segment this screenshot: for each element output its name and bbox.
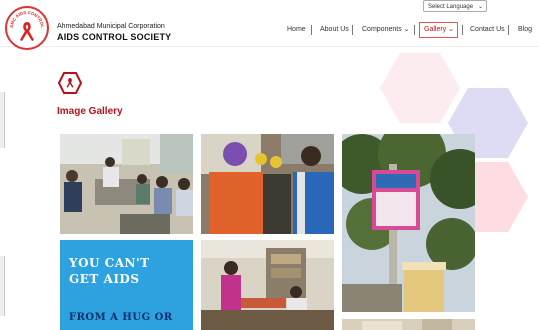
- side-tab[interactable]: [0, 92, 5, 148]
- chevron-down-icon: ⌄: [448, 26, 455, 33]
- nav-components-label: Components: [362, 26, 402, 33]
- nav-separator: [462, 25, 463, 35]
- nav-separator: [414, 25, 415, 35]
- gallery-photo-meeting[interactable]: [60, 134, 193, 234]
- nav-separator: [311, 25, 312, 35]
- nav-contact[interactable]: Contact Us: [470, 23, 505, 37]
- site-logo[interactable]: AMC AIDS CONTROL SOCIETY: [5, 6, 49, 50]
- nav-separator: [508, 25, 509, 35]
- site-name: AIDS CONTROL SOCIETY: [57, 32, 172, 42]
- language-select-value: Select Language: [428, 4, 474, 10]
- gallery-photo-partial[interactable]: [342, 318, 475, 330]
- page-title: Image Gallery: [57, 106, 123, 117]
- banner-line-3: FROM A HUG OR: [69, 312, 173, 323]
- nav-separator: [352, 25, 353, 35]
- nav-about[interactable]: About Us: [320, 23, 349, 37]
- banner-line-2: GET AIDS: [69, 272, 140, 286]
- nav-gallery[interactable]: Gallery ⌄: [424, 23, 454, 37]
- chevron-down-icon: ⌄: [403, 26, 410, 33]
- nav-home[interactable]: Home: [287, 23, 306, 37]
- ribbon-hexagon-icon: [58, 72, 82, 94]
- side-tab[interactable]: [0, 256, 5, 316]
- gallery-banner-awareness[interactable]: YOU CAN'T GET AIDS FROM A HUG OR: [60, 240, 193, 330]
- top-bar: Select Language ⌄: [0, 0, 539, 16]
- gallery-photo-hoarding[interactable]: [342, 134, 475, 312]
- nav-components[interactable]: Components ⌄: [362, 23, 410, 37]
- chevron-down-icon: ⌄: [477, 4, 483, 10]
- nav-gallery-label: Gallery: [424, 26, 447, 33]
- language-select[interactable]: Select Language ⌄: [423, 0, 487, 12]
- org-name: Ahmedabad Municipal Corporation: [57, 23, 165, 30]
- red-ribbon-icon: AMC AIDS CONTROL SOCIETY: [7, 8, 45, 41]
- gallery-photo-office[interactable]: [201, 240, 334, 330]
- banner-line-1: YOU CAN'T: [69, 256, 150, 270]
- nav-blog[interactable]: Blog: [518, 23, 532, 37]
- gallery-photo-workers[interactable]: [201, 134, 334, 234]
